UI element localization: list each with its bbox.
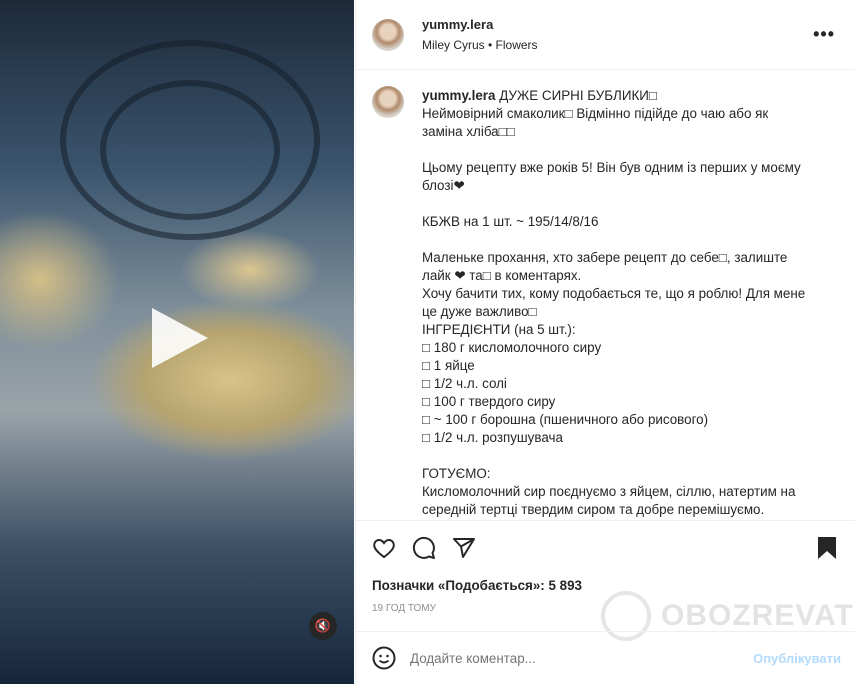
audio-link[interactable]: Miley Cyrus • Flowers xyxy=(422,38,538,52)
caption-line: Хочу бачити тих, кому подобається те, що… xyxy=(422,286,806,301)
caption-line: □ 1/2 ч.л. розпушувача xyxy=(422,430,563,445)
post-panel: yummy.lera Miley Cyrus • Flowers ••• yum… xyxy=(355,0,855,684)
caption-line: □ 180 г кисломолочного сиру xyxy=(422,340,602,355)
comment-bar: Опублікувати xyxy=(356,631,855,684)
caption-line: □ 1/2 ч.л. солі xyxy=(422,376,507,391)
oven-decor xyxy=(100,80,280,220)
avatar[interactable] xyxy=(372,18,404,51)
post-header: yummy.lera Miley Cyrus • Flowers ••• xyxy=(356,0,855,70)
watermark-text: OBOZREVATEL xyxy=(661,599,855,632)
caption-line xyxy=(422,231,805,249)
caption: yummy.lera ДУЖЕ СИРНІ БУБЛИКИ□ Неймовірн… xyxy=(372,86,845,518)
more-options-icon[interactable]: ••• xyxy=(813,24,835,45)
caption-line: ГОТУЄМО: xyxy=(422,466,491,481)
comment-input[interactable] xyxy=(410,650,730,666)
comment-icon[interactable] xyxy=(412,536,436,560)
caption-line: Цьому рецепту вже років 5! Він був одним… xyxy=(422,160,801,175)
mute-button[interactable]: 🔇 xyxy=(309,612,337,640)
caption-line xyxy=(422,141,805,159)
mute-icon: 🔇 xyxy=(314,618,332,633)
like-heart-icon[interactable] xyxy=(372,536,396,560)
caption-line: □ 1 яйце xyxy=(422,358,475,373)
publish-button[interactable]: Опублікувати xyxy=(753,651,841,666)
caption-line: □ 100 г твердого сиру xyxy=(422,394,556,409)
caption-line: блозі❤ xyxy=(422,178,465,193)
username-link[interactable]: yummy.lera xyxy=(422,17,538,32)
avatar[interactable] xyxy=(372,86,404,118)
bookmark-saved-icon[interactable] xyxy=(817,536,837,560)
caption-line: ІНГРЕДІЄНТИ (на 5 шт.): xyxy=(422,322,576,337)
caption-line: середній тертці твердим сиром та добре п… xyxy=(422,502,765,517)
caption-line: Неймовірний смаколик□ Відмінно підійде д… xyxy=(422,106,769,121)
caption-line xyxy=(422,447,805,465)
post-timestamp[interactable]: 19 ГОД ТОМУ xyxy=(372,603,436,614)
caption-line: □ ~ 100 г борошна (пшеничного або рисово… xyxy=(422,412,709,427)
caption-line: заміна хліба□□ xyxy=(422,124,515,139)
play-icon[interactable] xyxy=(152,308,208,368)
actions-section: Позначки «Подобається»: 5 893 19 ГОД ТОМ… xyxy=(356,520,855,641)
caption-username[interactable]: yummy.lera xyxy=(422,88,495,103)
caption-line: Кисломолочний сир поєднуємо з яйцем, сіл… xyxy=(422,484,796,499)
emoji-icon[interactable] xyxy=(372,646,396,670)
caption-title: ДУЖЕ СИРНІ БУБЛИКИ□ xyxy=(499,88,657,103)
caption-line: Маленьке прохання, хто забере рецепт до … xyxy=(422,250,788,265)
video-player[interactable]: 🔇 xyxy=(0,0,354,684)
caption-line: КБЖВ на 1 шт. ~ 195/14/8/16 xyxy=(422,214,599,229)
caption-line: це дуже важливо□ xyxy=(422,304,537,319)
likes-count[interactable]: Позначки «Подобається»: 5 893 xyxy=(372,578,582,593)
caption-line: лайк ❤ та□ в коментарях. xyxy=(422,268,582,283)
share-icon[interactable] xyxy=(452,536,476,560)
caption-line xyxy=(422,195,805,213)
